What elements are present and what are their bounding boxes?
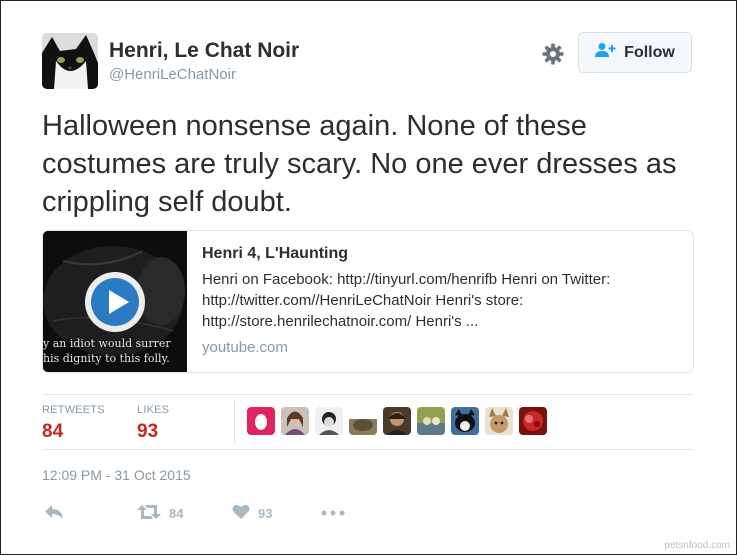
play-icon[interactable] (83, 270, 147, 334)
avatar[interactable] (42, 33, 98, 89)
video-thumbnail[interactable]: y an idiot would surrer his dignity to t… (43, 231, 187, 372)
liker-avatar[interactable] (417, 407, 445, 435)
more-button[interactable] (321, 504, 345, 519)
author-display-name[interactable]: Henri, Le Chat Noir (109, 39, 299, 63)
add-user-icon (595, 42, 617, 63)
stats-divider (234, 400, 235, 444)
divider (42, 449, 694, 450)
tweet-timestamp[interactable]: 12:09 PM - 31 Oct 2015 (42, 467, 191, 483)
liker-avatar[interactable] (383, 407, 411, 435)
reply-button[interactable] (44, 504, 64, 523)
author-handle[interactable]: @HenriLeChatNoir (109, 66, 236, 83)
like-button[interactable]: 93 (232, 504, 272, 523)
retweets-count[interactable]: 84 (42, 421, 63, 443)
liker-avatar[interactable] (349, 407, 377, 435)
watermark: petsnfood.com (664, 540, 730, 551)
liker-avatar[interactable] (485, 407, 513, 435)
liker-avatar[interactable] (281, 407, 309, 435)
card-title[interactable]: Henri 4, L'Haunting (202, 245, 348, 263)
cat-avatar-image (42, 33, 98, 89)
reply-icon (44, 504, 64, 523)
likers-avatar-row (247, 407, 547, 437)
tweet-frame: Henri, Le Chat Noir @HenriLeChatNoir Fol… (0, 0, 737, 555)
card-domain[interactable]: youtube.com (202, 339, 288, 356)
like-count: 93 (258, 506, 273, 521)
liker-avatar[interactable] (519, 407, 547, 435)
gear-icon[interactable] (541, 42, 565, 66)
retweet-count: 84 (169, 506, 184, 521)
tweet-text: Halloween nonsense again. None of these … (42, 110, 677, 218)
liker-avatar[interactable] (315, 407, 343, 435)
follow-button-label: Follow (624, 43, 675, 61)
retweet-icon (137, 504, 161, 523)
likes-label: LIKES (137, 404, 170, 416)
likes-count[interactable]: 93 (137, 421, 158, 443)
follow-button[interactable]: Follow (578, 32, 692, 73)
liker-avatar[interactable] (451, 407, 479, 435)
liker-avatar[interactable] (247, 407, 275, 435)
retweet-button[interactable]: 84 (137, 504, 183, 523)
divider (42, 394, 694, 395)
link-card[interactable]: y an idiot would surrer his dignity to t… (42, 230, 694, 373)
more-icon (321, 504, 345, 519)
retweets-label: RETWEETS (42, 404, 105, 416)
heart-icon (232, 504, 250, 523)
thumbnail-caption: y an idiot would surrer his dignity to t… (43, 337, 171, 365)
card-description: Henri on Facebook: http://tinyurl.com/he… (202, 271, 611, 330)
